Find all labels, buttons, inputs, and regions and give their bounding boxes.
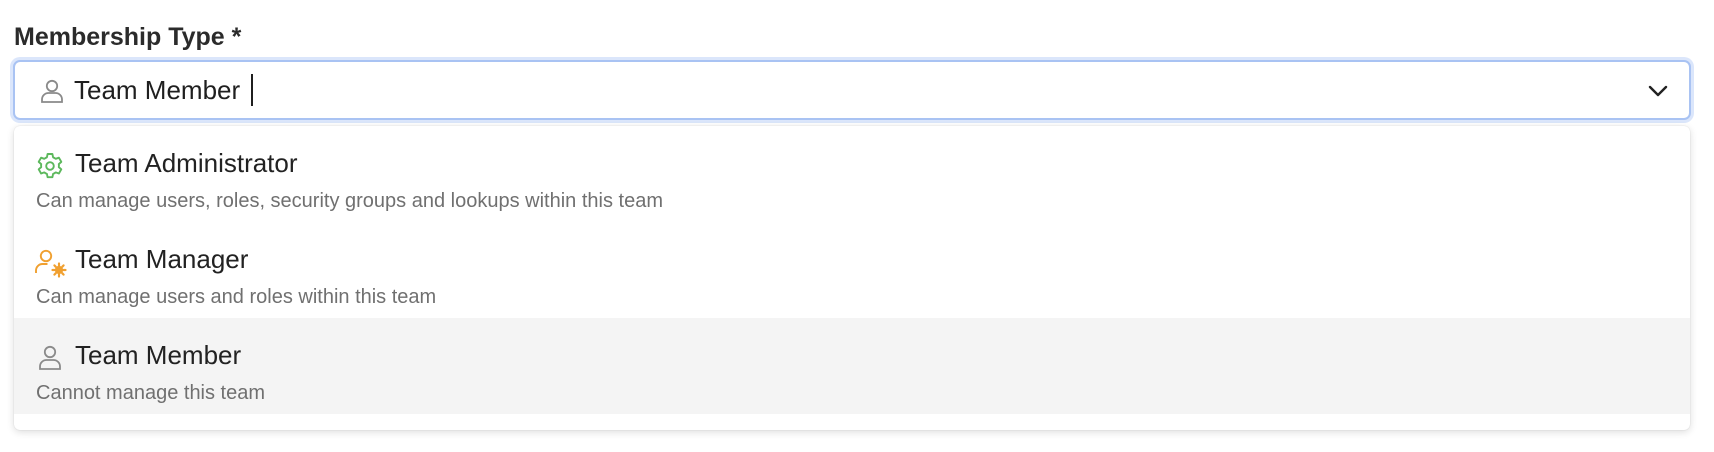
option-team-administrator[interactable]: Team Administrator Can manage users, rol… <box>14 126 1690 222</box>
option-team-manager[interactable]: Team Manager Can manage users and roles … <box>14 222 1690 318</box>
membership-type-select[interactable] <box>13 60 1691 120</box>
option-description: Can manage users, roles, security groups… <box>36 190 663 212</box>
membership-type-input[interactable] <box>74 70 1614 110</box>
user-icon <box>38 77 66 105</box>
field-label: Membership Type * <box>14 23 242 51</box>
gear-icon <box>34 150 66 182</box>
option-title: Team Administrator <box>75 148 298 178</box>
user-icon <box>34 342 66 374</box>
option-title: Team Manager <box>75 244 249 274</box>
option-title: Team Member <box>75 340 242 370</box>
chevron-down-icon[interactable] <box>1645 78 1671 104</box>
option-description: Can manage users and roles within this t… <box>36 286 437 308</box>
user-gear-icon <box>34 246 67 278</box>
text-cursor <box>251 74 253 106</box>
option-team-member[interactable]: Team Member Cannot manage this team <box>14 318 1690 414</box>
membership-type-dropdown: Team Administrator Can manage users, rol… <box>14 126 1690 430</box>
option-description: Cannot manage this team <box>36 382 266 404</box>
